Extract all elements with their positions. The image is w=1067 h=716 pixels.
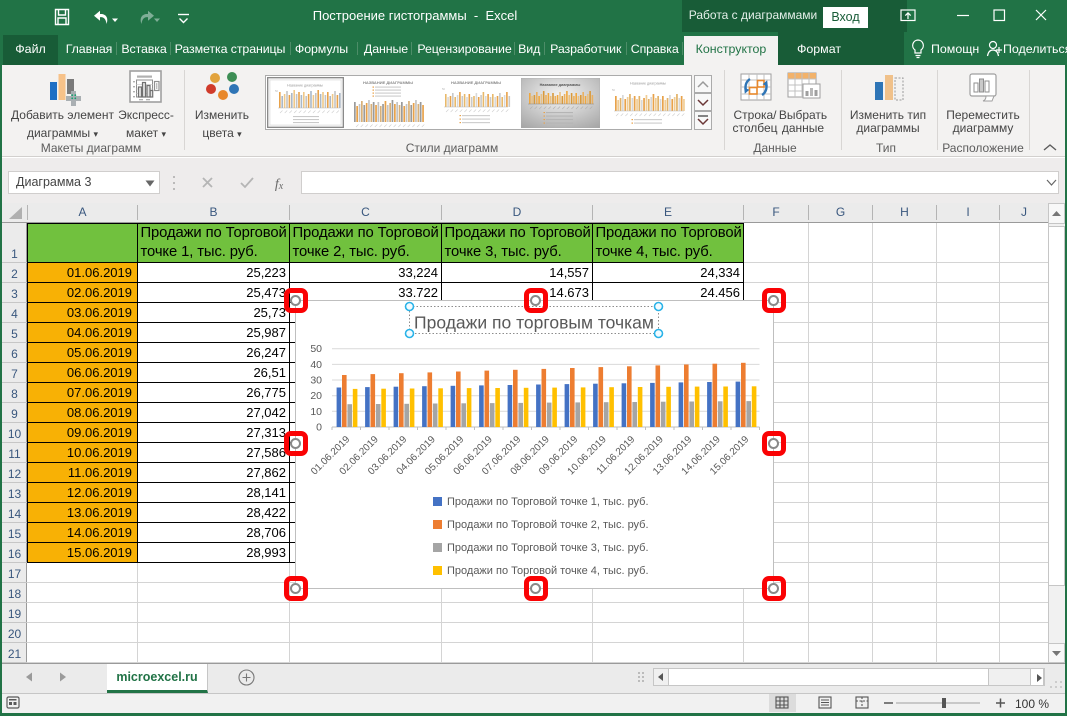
svg-text:Продажи по Торговой точке 3, т: Продажи по Торговой точке 3, тыс. руб.: [447, 542, 649, 554]
svg-text:50: 50: [442, 87, 445, 91]
svg-text:20: 20: [310, 390, 322, 402]
svg-text:30: 30: [310, 375, 322, 387]
svg-text:НАЗВАНИЕ ДИАГРАММЫ: НАЗВАНИЕ ДИАГРАММЫ: [451, 80, 501, 85]
svg-text:Название диаграммы: Название диаграммы: [630, 82, 666, 86]
svg-text:40: 40: [310, 359, 322, 371]
svg-text:Название диаграммы: Название диаграммы: [287, 84, 323, 88]
svg-text:fx: fx: [275, 177, 284, 192]
svg-text:Продажи по Торговой точке 2, т: Продажи по Торговой точке 2, тыс. руб.: [447, 519, 649, 531]
svg-text:Название диаграммы: Название диаграммы: [540, 83, 581, 87]
svg-text:НАЗВАНИЕ ДИАГРАММЫ: НАЗВАНИЕ ДИАГРАММЫ: [363, 80, 413, 85]
svg-text:50: 50: [612, 88, 615, 92]
svg-text:0: 0: [316, 422, 322, 434]
svg-text:50: 50: [310, 343, 322, 355]
svg-text:10: 10: [310, 406, 322, 418]
svg-text:Продажи по Торговой точке 4, т: Продажи по Торговой точке 4, тыс. руб.: [447, 565, 649, 577]
svg-text:Продажи по торговым точкам: Продажи по торговым точкам: [414, 313, 654, 333]
svg-text:Продажи по Торговой точке 1, т: Продажи по Торговой точке 1, тыс. руб.: [447, 496, 649, 508]
